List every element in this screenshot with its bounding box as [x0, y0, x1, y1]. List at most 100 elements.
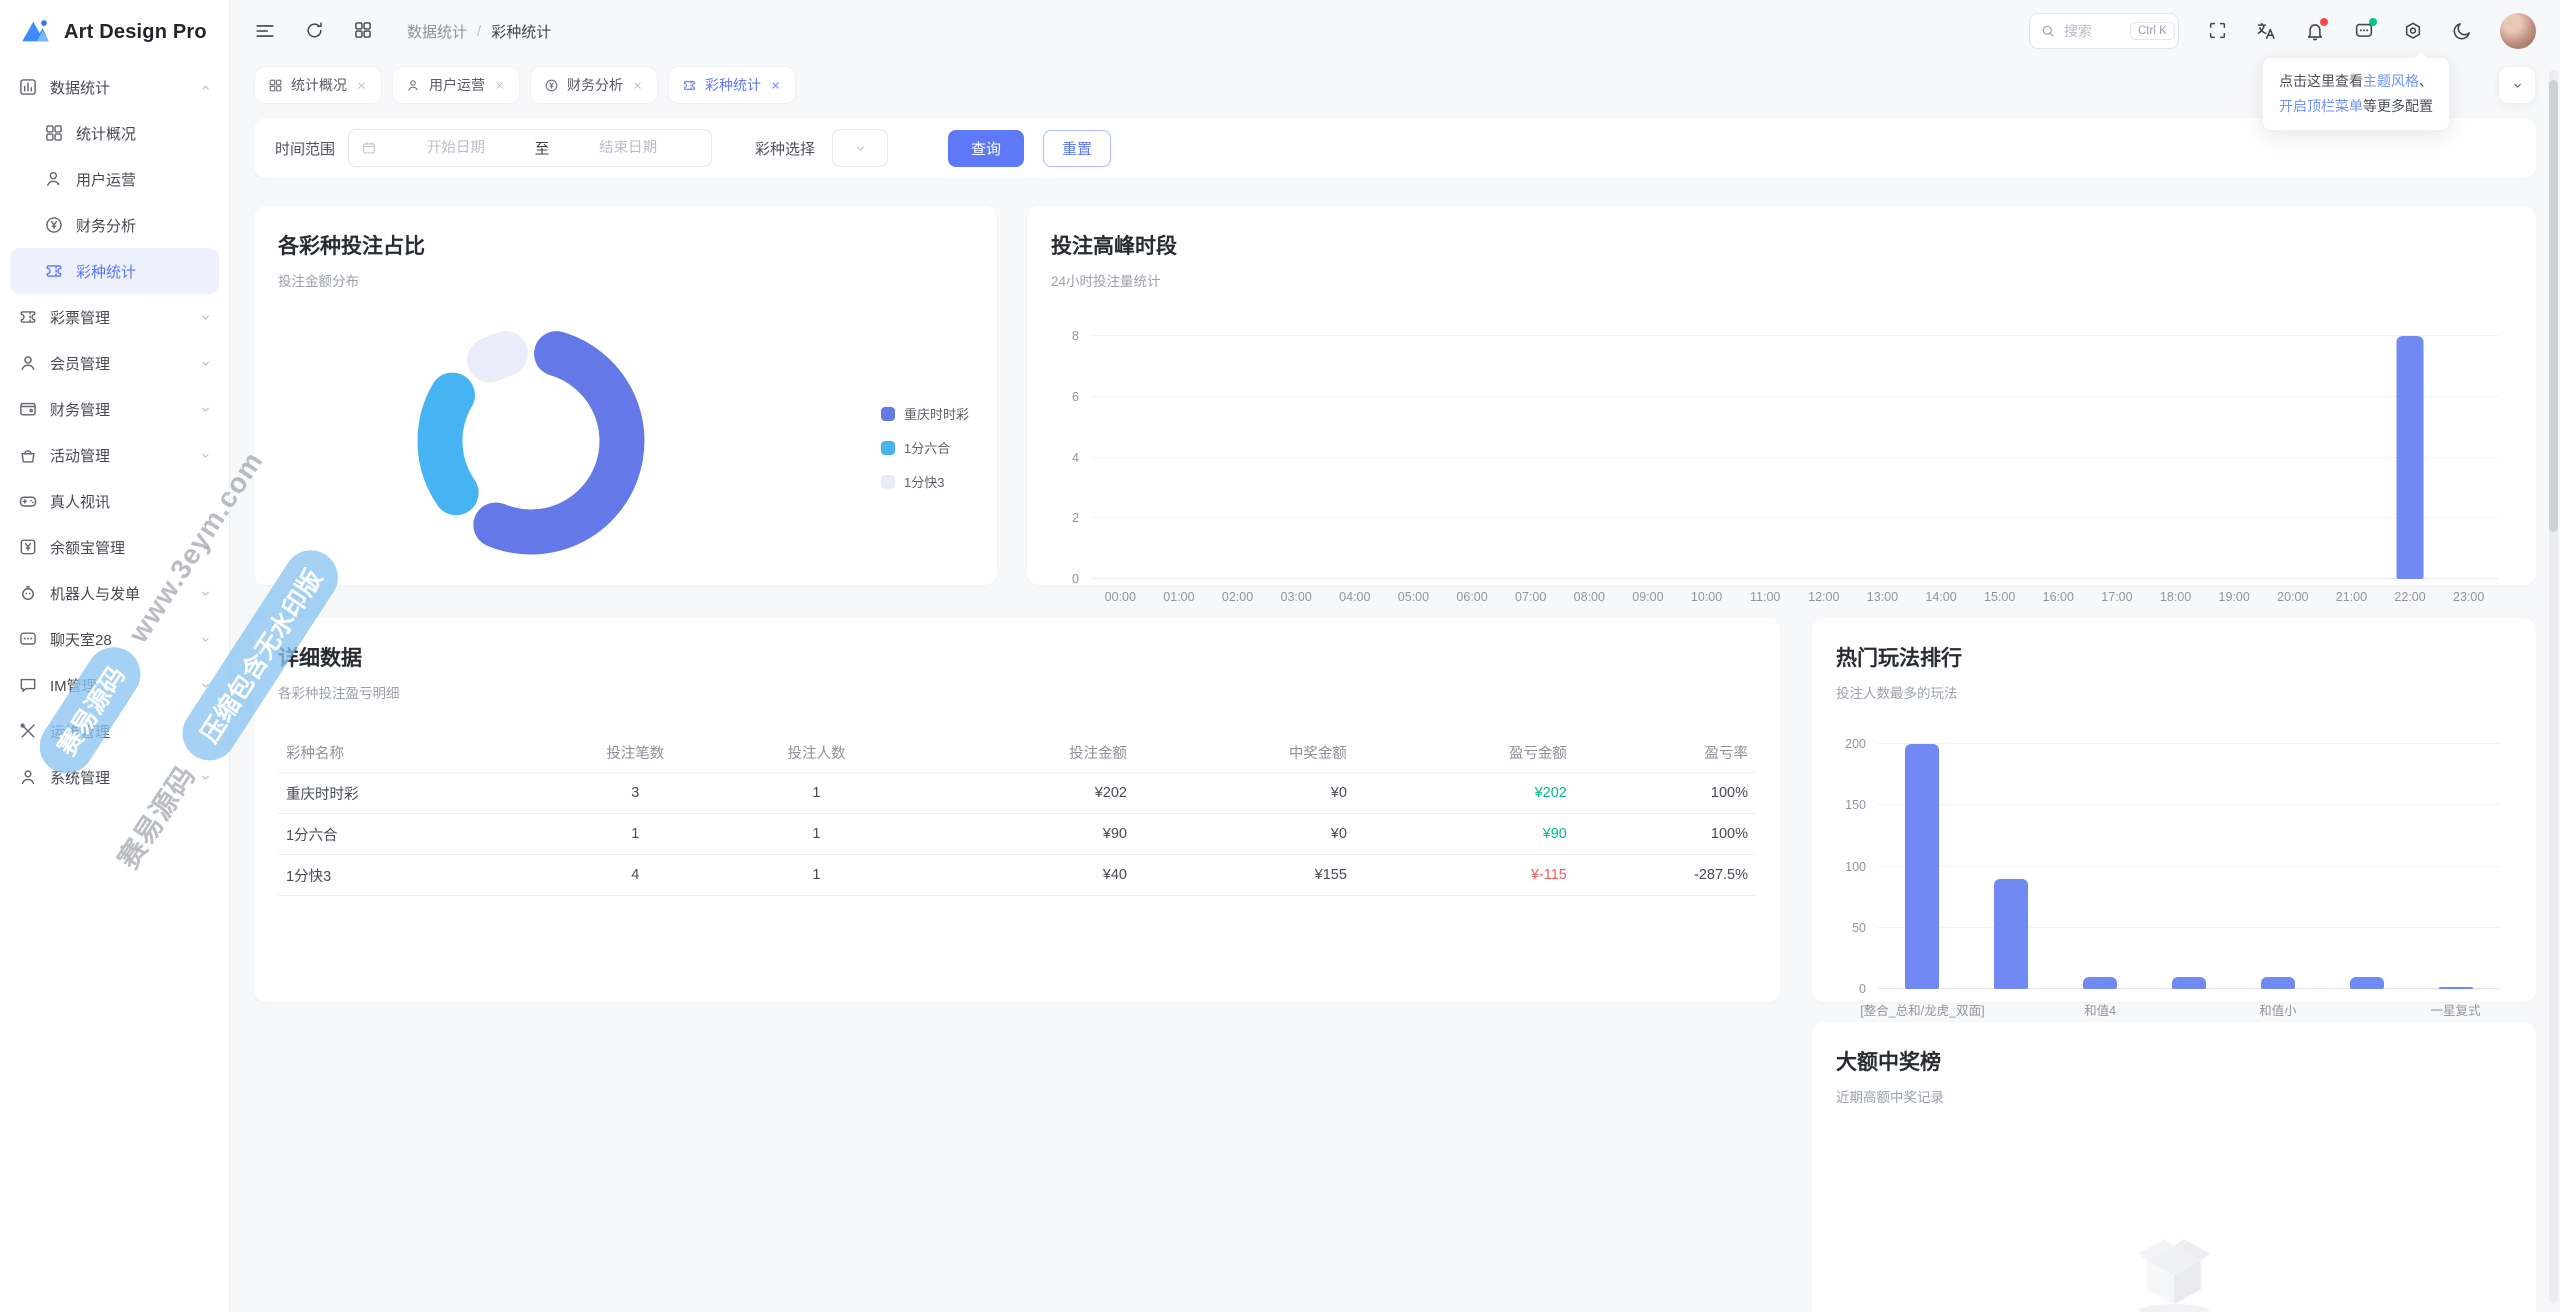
donut-chart-subtitle: 投注金额分布 — [278, 270, 973, 290]
sidebar-item[interactable]: 真人视讯 — [0, 478, 229, 524]
donut-chart-title: 各彩种投注占比 — [278, 230, 973, 260]
tab-用户运营[interactable]: 用户运营 — [392, 66, 520, 104]
breadcrumb: 数据统计 / 彩种统计 — [407, 21, 551, 42]
messages-button[interactable] — [2353, 20, 2375, 42]
chevron-down-icon — [2510, 78, 2525, 93]
close-icon[interactable] — [769, 79, 782, 92]
user-icon — [406, 78, 421, 93]
breadcrumb-current: 彩种统计 — [491, 21, 551, 42]
sidebar-item[interactable]: 聊天室28 — [0, 616, 229, 662]
y-axis-label: 100 — [1845, 860, 1866, 874]
legend-item[interactable]: 重庆时时彩 — [881, 404, 969, 423]
reset-button[interactable]: 重置 — [1043, 130, 1111, 167]
donut-slice-1分六合 — [440, 395, 456, 493]
settings-button[interactable] — [2402, 20, 2424, 42]
robot-icon — [18, 583, 38, 603]
table-cell: ¥202 — [907, 785, 1127, 801]
sidebar-item[interactable]: 数据统计 — [0, 64, 229, 110]
fullscreen-button[interactable] — [2206, 20, 2228, 42]
table-cell: ¥0 — [1127, 785, 1347, 801]
bar-和值4 — [2083, 977, 2117, 989]
tab-统计概况[interactable]: 统计概况 — [254, 66, 382, 104]
sidebar-item-label: 用户运营 — [76, 169, 136, 190]
scrollbar-track[interactable] — [2549, 70, 2558, 1304]
tab-财务分析[interactable]: 财务分析 — [530, 66, 658, 104]
dark-mode-button[interactable] — [2451, 20, 2473, 42]
global-search[interactable]: Ctrl K — [2029, 13, 2179, 49]
topbar-menu-link[interactable]: 开启顶栏菜单 — [2279, 98, 2363, 114]
sidebar-item[interactable]: 彩种统计 — [10, 248, 219, 294]
chevron-down-icon — [198, 356, 213, 371]
filter-bar: 时间范围 至 彩种选择 查询 重置 — [254, 118, 2536, 178]
sidebar-item[interactable]: 系统管理 — [0, 754, 229, 800]
table-header-cell: 投注笔数 — [545, 742, 726, 763]
user-avatar[interactable] — [2500, 13, 2536, 49]
table-cell: 1 — [726, 826, 907, 842]
sidebar-item[interactable]: 会员管理 — [0, 340, 229, 386]
chevron-down-icon — [198, 586, 213, 601]
table-cell: 1 — [545, 826, 726, 842]
sidebar-item[interactable]: 财务分析 — [0, 202, 229, 248]
time-range-label: 时间范围 — [275, 138, 335, 159]
tab-彩种统计[interactable]: 彩种统计 — [668, 66, 796, 104]
sidebar-item[interactable]: 统计概况 — [0, 110, 229, 156]
refresh-button[interactable] — [303, 20, 325, 42]
sidebar-item[interactable]: 机器人与发单 — [0, 570, 229, 616]
sidebar-item[interactable]: 彩票管理 — [0, 294, 229, 340]
open-tabs: 统计概况用户运营财务分析彩种统计 — [254, 66, 796, 104]
peak-chart-subtitle: 24小时投注量统计 — [1051, 270, 2512, 290]
peak-chart-title: 投注高峰时段 — [1051, 230, 2512, 260]
bar-3 — [2172, 977, 2206, 989]
scrollbar-thumb[interactable] — [2549, 80, 2558, 532]
sidebar-item[interactable]: 用户运营 — [0, 156, 229, 202]
members-icon — [18, 353, 38, 373]
ticket-icon — [44, 261, 64, 281]
close-icon[interactable] — [631, 79, 644, 92]
right-column: 热门玩法排行 投注人数最多的玩法 050100150200[整合_总和/龙虎_双… — [1812, 618, 2536, 1312]
start-date-input[interactable] — [385, 140, 527, 156]
sidebar-item[interactable]: 活动管理 — [0, 432, 229, 478]
legend-item[interactable]: 1分六合 — [881, 438, 969, 457]
lottery-select[interactable] — [832, 129, 888, 167]
theme-style-link[interactable]: 主题风格 — [2363, 73, 2419, 89]
notifications-button[interactable] — [2304, 20, 2326, 42]
table-header-cell: 盈亏率 — [1567, 742, 1748, 763]
gridline — [1091, 578, 2498, 579]
table-header-row: 彩种名称投注笔数投注人数投注金额中奖金额盈亏金额盈亏率 — [278, 732, 1756, 773]
date-range-input[interactable]: 至 — [348, 129, 712, 167]
sidebar-item-label: 机器人与发单 — [50, 583, 140, 604]
sidebar-item[interactable]: 运维管理 — [0, 708, 229, 754]
quick-nav-button[interactable] — [352, 20, 374, 42]
table-header-cell: 投注人数 — [726, 742, 907, 763]
chevron-down-icon — [198, 402, 213, 417]
wallet-icon — [18, 399, 38, 419]
close-icon[interactable] — [493, 79, 506, 92]
donut-legend: 重庆时时彩 1分六合 1分快3 — [881, 404, 969, 491]
breadcrumb-parent[interactable]: 数据统计 — [407, 21, 467, 42]
sidebar-item[interactable]: 余额宝管理 — [0, 524, 229, 570]
legend-label: 1分六合 — [904, 438, 950, 457]
table-cell: ¥202 — [1347, 785, 1567, 801]
tab-actions-button[interactable] — [2498, 66, 2536, 104]
legend-swatch — [881, 475, 895, 489]
bar-5 — [2350, 977, 2384, 989]
sidebar-item-label: 余额宝管理 — [50, 537, 125, 558]
collapse-sidebar-button[interactable] — [254, 20, 276, 42]
table-cell: ¥-115 — [1347, 867, 1567, 883]
legend-item[interactable]: 1分快3 — [881, 472, 969, 491]
translate-button[interactable] — [2255, 20, 2277, 42]
moon-icon — [2451, 20, 2473, 42]
end-date-input[interactable] — [557, 140, 699, 156]
sidebar: Art Design Pro 数据统计统计概况用户运营财务分析彩种统计彩票管理会… — [0, 0, 230, 1312]
sidebar-item[interactable]: 财务管理 — [0, 386, 229, 432]
person-icon — [18, 767, 38, 787]
big-win-title: 大额中奖榜 — [1836, 1046, 2512, 1076]
search-input[interactable] — [2064, 23, 2122, 39]
search-shortcut-hint: Ctrl K — [2130, 22, 2175, 40]
chevron-down-icon — [198, 540, 213, 555]
sidebar-item[interactable]: IM管理 — [0, 662, 229, 708]
app-logo[interactable]: Art Design Pro — [0, 0, 229, 64]
close-icon[interactable] — [355, 79, 368, 92]
table-cell: 1 — [726, 867, 907, 883]
query-button[interactable]: 查询 — [948, 130, 1024, 167]
